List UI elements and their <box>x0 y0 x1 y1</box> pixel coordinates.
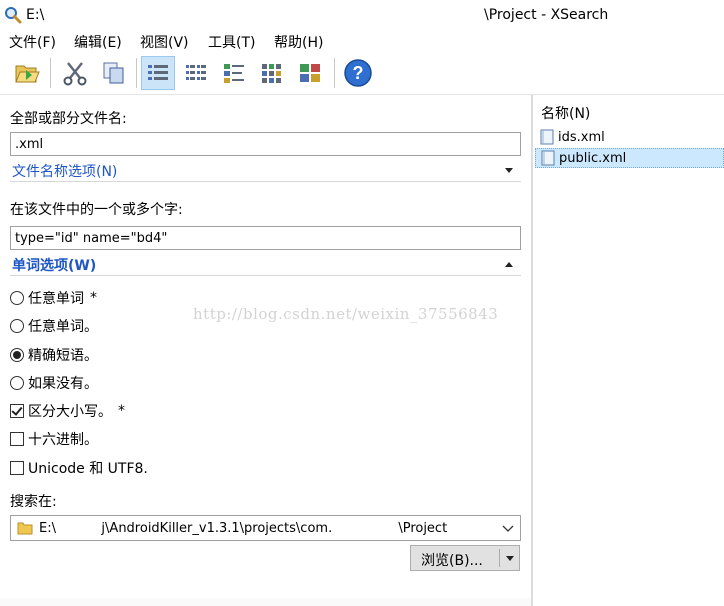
content-input[interactable] <box>10 226 521 250</box>
help-icon: ? <box>344 59 372 87</box>
xml-file-icon <box>541 150 555 166</box>
file-name: public.xml <box>559 150 627 166</box>
svg-text:?: ? <box>353 63 364 83</box>
checkbox[interactable] <box>10 432 24 446</box>
option-hex[interactable]: 十六进制。 <box>10 429 98 449</box>
radio-button-selected[interactable] <box>10 348 24 362</box>
details-view-button[interactable] <box>141 56 175 90</box>
menu-edit[interactable]: 编辑(E) <box>74 32 122 52</box>
content-label: 在该文件中的一个或多个字: <box>10 202 183 218</box>
open-folder-icon <box>15 65 40 83</box>
word-options-label: 单词选项(W) <box>12 258 97 274</box>
option-any-word[interactable]: 任意单词 * <box>10 288 97 308</box>
word-options-section[interactable]: 单词选项(W) <box>10 254 521 276</box>
radio-button[interactable] <box>10 291 24 305</box>
copy-button[interactable] <box>97 56 131 90</box>
option-label: 十六进制。 <box>28 432 98 448</box>
checkbox-checked[interactable] <box>10 404 24 418</box>
cut-button[interactable] <box>58 56 92 90</box>
toolbar-separator <box>50 58 51 88</box>
checkbox[interactable] <box>10 461 24 475</box>
filename-input[interactable] <box>10 132 521 156</box>
option-label: 任意单词。 <box>28 319 98 335</box>
option-none[interactable]: 如果没有。 <box>10 373 98 393</box>
details-view-icon <box>148 65 168 80</box>
menu-view[interactable]: 视图(V) <box>140 32 189 52</box>
tiles-view-button[interactable] <box>255 56 289 90</box>
help-button[interactable]: ? <box>341 56 375 90</box>
browse-button[interactable]: 浏览(B)... <box>410 545 520 571</box>
folder-icon <box>17 522 33 535</box>
results-pane: 名称(N) ids.xml public.xml <box>533 95 724 606</box>
option-exact-phrase[interactable]: 精确短语。 <box>10 345 98 365</box>
dropdown-arrow-icon[interactable] <box>506 556 514 561</box>
menu-bar: 文件(F) 编辑(E) 视图(V) 工具(T) 帮助(H) <box>0 30 724 52</box>
window-path: E:\ <box>26 7 45 23</box>
chevron-down-icon[interactable] <box>502 522 514 534</box>
small-icons-view-icon <box>224 64 244 83</box>
radio-button[interactable] <box>10 319 24 333</box>
radio-button[interactable] <box>10 376 24 390</box>
filename-options-section[interactable]: 文件名称选项(N) <box>10 160 521 182</box>
cut-icon <box>63 62 87 86</box>
list-view-icon <box>186 65 206 80</box>
watermark: http://blog.csdn.net/weixin_37556843 <box>193 305 499 323</box>
option-star: * <box>90 290 97 306</box>
browse-split-divider <box>499 549 500 567</box>
small-icons-view-button[interactable] <box>217 56 251 90</box>
browse-label: 浏览(B)... <box>421 553 483 569</box>
filename-label: 全部或部分文件名: <box>10 111 127 127</box>
menu-help[interactable]: 帮助(H) <box>274 32 323 52</box>
magnifier-app-icon <box>5 7 22 24</box>
option-any-word-2[interactable]: 任意单词。 <box>10 316 98 336</box>
option-label: 任意单词 <box>28 291 84 307</box>
list-view-button[interactable] <box>179 56 213 90</box>
expand-arrow-icon <box>505 168 513 173</box>
copy-icon <box>103 62 124 84</box>
window-title: \Project - XSearch <box>484 7 609 23</box>
option-label: 如果没有。 <box>28 376 98 392</box>
search-in-value: E:\ j\AndroidKiller_v1.3.1\projects\com.… <box>39 521 448 536</box>
file-item[interactable]: ids.xml <box>535 127 724 147</box>
option-star: * <box>118 403 125 419</box>
toolbar-separator <box>136 58 137 88</box>
option-unicode[interactable]: Unicode 和 UTF8. <box>10 458 148 478</box>
menu-file[interactable]: 文件(F) <box>9 32 56 52</box>
tiles-view-icon <box>262 64 281 83</box>
filename-options-label: 文件名称选项(N) <box>12 164 118 180</box>
large-icons-view-button[interactable] <box>293 56 327 90</box>
file-item-selected[interactable]: public.xml <box>535 148 724 168</box>
menu-tools[interactable]: 工具(T) <box>208 32 255 52</box>
xml-file-icon <box>540 129 554 145</box>
toolbar-separator <box>334 58 335 88</box>
search-pane: 全部或部分文件名: 文件名称选项(N) 在该文件中的一个或多个字: 单词选项(W… <box>0 95 531 606</box>
bottom-strip <box>0 598 531 606</box>
name-column-header[interactable]: 名称(N) <box>541 103 590 123</box>
option-label: 精确短语。 <box>28 348 98 364</box>
large-icons-view-icon <box>300 64 320 82</box>
search-in-label: 搜索在: <box>10 494 57 510</box>
collapse-arrow-icon <box>505 262 513 267</box>
title-bar: E:\ \Project - XSearch <box>0 0 724 30</box>
option-label: Unicode 和 UTF8. <box>28 461 148 477</box>
file-name: ids.xml <box>558 129 605 145</box>
open-folder-button[interactable] <box>10 56 44 90</box>
search-in-combo[interactable]: E:\ j\AndroidKiller_v1.3.1\projects\com.… <box>10 515 521 541</box>
option-case-sensitive[interactable]: 区分大小写。 * <box>10 401 125 421</box>
option-label: 区分大小写。 <box>28 404 112 420</box>
toolbar: ? <box>0 52 724 95</box>
